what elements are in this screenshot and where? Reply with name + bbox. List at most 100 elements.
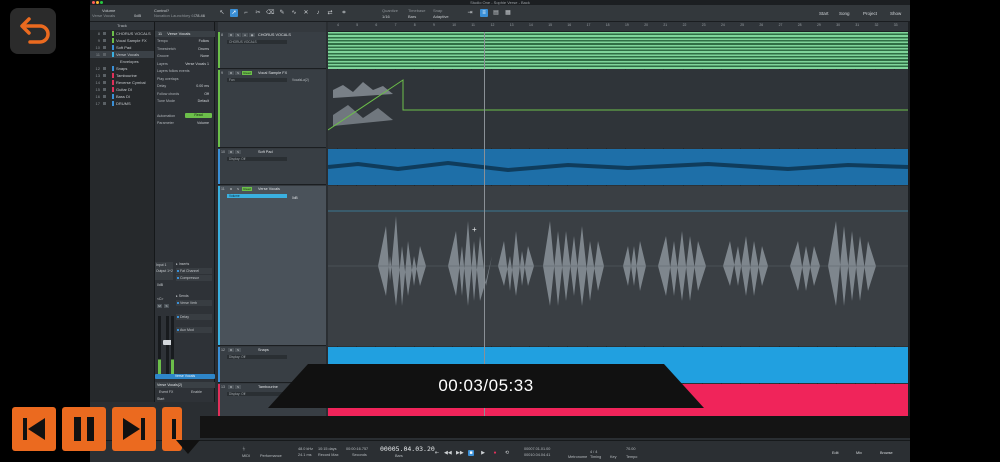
forward-icon[interactable]: ▶▶ <box>456 450 464 456</box>
select-tool-icon[interactable]: ➚ <box>230 9 238 17</box>
inspector-track-header[interactable]: 11 Verse Vocals <box>155 31 215 37</box>
inspector-property-row[interactable]: Groove None <box>155 53 215 59</box>
gain-value[interactable]: 0dB <box>134 13 141 18</box>
tempo-value[interactable]: 70.00 <box>626 447 636 451</box>
track-list-item[interactable]: 12 Snaps <box>90 65 154 72</box>
solo-button[interactable]: S <box>235 187 241 191</box>
loop-icon[interactable]: ⟲ <box>504 450 510 456</box>
nav-song[interactable]: Song <box>839 11 850 16</box>
eraser-tool-icon[interactable]: ⌫ <box>266 9 274 17</box>
automation-display[interactable]: Volume <box>227 194 287 198</box>
track-name[interactable]: Verse Vocals <box>258 187 280 191</box>
arrow-tool-icon[interactable]: ↖ <box>218 9 226 17</box>
inspector-property-value[interactable]: Default <box>198 98 209 104</box>
quantize-select[interactable]: 1/16 <box>382 14 390 19</box>
track-list-item[interactable]: 17 DRUMS <box>90 100 154 107</box>
nav-show[interactable]: Show <box>890 11 901 16</box>
inspector-property-row[interactable]: Layers follow events <box>155 68 215 74</box>
track-header-chorus-vocals[interactable]: 8 M S ● ◉ CHORUS VOCALS CHORUS VOCALS <box>218 32 326 69</box>
arrange-view[interactable]: 4 5 6 7 8 9 10 11 12 13 14 15 16 17 18 19 20 21 22 23 24 25 26… <box>328 22 908 420</box>
pencil-tool-icon[interactable]: ✎ <box>278 9 286 17</box>
chorus-vocals-lane[interactable] <box>328 32 908 69</box>
inspector-property-value[interactable]: 0.00 ms <box>196 83 209 89</box>
track-header-verse-vocals[interactable]: 11 M S Read Verse Vocals Volume 0dB <box>218 186 326 346</box>
track-list-item[interactable]: 13 Tambourine <box>90 72 154 79</box>
stop-icon[interactable]: ■ <box>468 450 474 456</box>
scrub-bar[interactable] <box>200 416 910 438</box>
edit-tab[interactable]: Edit <box>832 451 839 455</box>
seconds-readout[interactable]: 00:00:16.757 <box>346 447 368 451</box>
visibility-checkbox[interactable] <box>103 74 106 77</box>
grid-icon[interactable]: ⌗ <box>340 9 348 17</box>
automation-display[interactable]: Display: Off <box>227 157 287 161</box>
inspector-property-value[interactable]: Off <box>204 91 209 97</box>
track-list-item[interactable]: 11 Verse Vocals <box>90 51 154 58</box>
channel-pan[interactable]: <C> <box>157 297 163 301</box>
output-select[interactable]: Output 1+2 <box>156 268 173 274</box>
read-button[interactable]: Read <box>242 71 252 75</box>
inspector-property-row[interactable]: Play overlaps <box>155 76 215 82</box>
visibility-checkbox[interactable] <box>103 32 106 35</box>
track-name[interactable]: Snaps <box>258 348 269 352</box>
loop-back-icon[interactable]: ⇤ <box>434 450 440 456</box>
visibility-checkbox[interactable] <box>103 88 106 91</box>
inspector-property-row[interactable]: Follow chords Off <box>155 91 215 97</box>
rewind-icon[interactable]: ◀◀ <box>444 450 452 456</box>
inspector-property-row[interactable]: Tempo Follow <box>155 38 215 44</box>
timeline-ruler[interactable]: 4 5 6 7 8 9 10 11 12 13 14 15 16 17 18 19 20 21 22 23 24 25 26… <box>328 22 908 32</box>
insert-slot-1[interactable]: Fat Channel <box>176 268 212 274</box>
split-tool-icon[interactable]: ✂ <box>254 9 262 17</box>
inspector-property-value[interactable]: Verse Vocals 1 <box>185 61 209 67</box>
record-button[interactable]: ● <box>242 33 248 37</box>
show-inspector-icon[interactable]: ▤ <box>492 9 500 17</box>
inspector-property-value[interactable]: Follow <box>199 38 209 44</box>
channel-gain[interactable]: 0dB <box>157 283 163 287</box>
mute-button[interactable]: M <box>228 385 234 389</box>
next-button[interactable] <box>112 407 156 451</box>
snap-tool-icon[interactable]: ⇄ <box>326 9 334 17</box>
automation-display[interactable]: Display: Off <box>227 355 287 359</box>
mute-button[interactable]: M <box>228 150 234 154</box>
follow-icon[interactable]: ⇥ <box>466 9 474 17</box>
autoscroll-icon[interactable]: ≡ <box>480 9 488 17</box>
automation-display[interactable]: CHORUS VOCALS <box>227 40 287 44</box>
automation-display[interactable]: Fan <box>227 78 287 82</box>
playhead-cursor[interactable] <box>484 32 485 420</box>
track-name[interactable]: Soft Pad <box>258 150 273 154</box>
io-box[interactable]: Input 1 Output 1+2 <box>155 262 173 280</box>
track-name[interactable]: CHORUS VOCALS <box>258 33 291 37</box>
visibility-checkbox[interactable] <box>103 39 106 42</box>
track-list-item[interactable]: 15 Guitar DI <box>90 86 154 93</box>
track-header-vocal-sample-fx[interactable]: 9 M S Read Vocal Sample FX Fan VocalsLa(… <box>218 70 326 148</box>
mix-tab[interactable]: Mix <box>856 451 862 455</box>
timesig[interactable]: 4 / 4 <box>590 450 597 454</box>
timebase-select[interactable]: Bars <box>408 14 416 19</box>
insert-slot-2[interactable]: Compressor <box>176 275 212 281</box>
previous-button[interactable] <box>12 407 56 451</box>
range-tool-icon[interactable]: ⌐ <box>242 9 250 17</box>
visibility-checkbox[interactable] <box>103 95 106 98</box>
mute-button[interactable]: M <box>228 187 234 191</box>
solo-button[interactable]: S <box>235 33 241 37</box>
loop-start[interactable]: 00007.01.01.00 <box>524 447 550 451</box>
soft-pad-lane[interactable] <box>328 149 908 185</box>
send-slot-2[interactable]: Delay <box>176 314 212 320</box>
control-level[interactable]: 78.46 <box>195 13 205 18</box>
send-slot-1[interactable]: Verse Verb <box>176 300 212 306</box>
verse-vocals-lane[interactable] <box>328 186 908 346</box>
solo-button[interactable]: S <box>235 71 241 75</box>
automation-mode-button[interactable]: Read <box>185 113 212 118</box>
solo-button[interactable]: S <box>235 385 241 389</box>
mute-button[interactable]: M <box>228 71 234 75</box>
track-list-item[interactable]: 9 Vocal Sample FX <box>90 37 154 44</box>
edit-view-icon[interactable]: ▦ <box>504 9 512 17</box>
track-header-soft-pad[interactable]: 10 M S Soft Pad Display: Off <box>218 149 326 185</box>
vocal-sample-fx-lane[interactable] <box>328 70 908 148</box>
visibility-checkbox[interactable] <box>103 81 106 84</box>
event-fx-enable[interactable]: Enable <box>191 390 202 394</box>
solo-button[interactable]: S <box>235 150 241 154</box>
snap-select[interactable]: Adaptive <box>433 14 449 19</box>
loop-end[interactable]: 00010.04.04.41 <box>524 453 550 457</box>
bend-tool-icon[interactable]: ∿ <box>290 9 298 17</box>
parameter-value[interactable]: Volume <box>197 120 209 126</box>
